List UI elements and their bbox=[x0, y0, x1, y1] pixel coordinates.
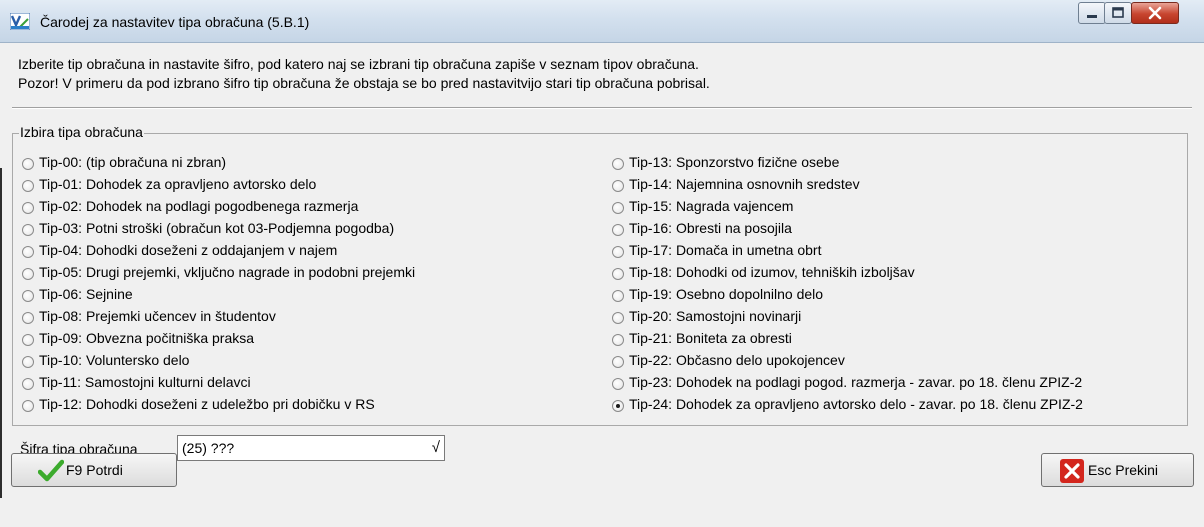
radio-unchecked-icon[interactable] bbox=[22, 312, 34, 324]
radio-unchecked-icon[interactable] bbox=[22, 290, 34, 302]
radio-label: Tip-15: Nagrada vajencem bbox=[629, 198, 794, 214]
radio-unchecked-icon[interactable] bbox=[22, 400, 34, 412]
radio-label: Tip-14: Najemnina osnovnih sredstev bbox=[629, 176, 860, 192]
radio-label: Tip-04: Dohodki doseženi z oddajanjem v … bbox=[39, 242, 338, 258]
radio-unchecked-icon[interactable] bbox=[22, 246, 34, 258]
radio-label: Tip-10: Voluntersko delo bbox=[39, 352, 190, 368]
code-combobox[interactable]: (25) ??? √ bbox=[177, 435, 445, 461]
minimize-button[interactable] bbox=[1078, 2, 1106, 24]
radio-label: Tip-19: Osebno dopolnilno delo bbox=[629, 286, 824, 302]
radio-unchecked-icon[interactable] bbox=[612, 268, 624, 280]
radio-unchecked-icon[interactable] bbox=[612, 378, 624, 390]
radio-label: Tip-06: Sejnine bbox=[39, 286, 133, 302]
radio-label: Tip-12: Dohodki doseženi z udeležbo pri … bbox=[39, 396, 375, 412]
radio-label: Tip-22: Občasno delo upokojencev bbox=[629, 352, 845, 368]
maximize-icon bbox=[1112, 7, 1124, 18]
radio-label: Tip-16: Obresti na posojila bbox=[629, 220, 792, 236]
radio-unchecked-icon[interactable] bbox=[612, 312, 624, 324]
radio-unchecked-icon[interactable] bbox=[22, 334, 34, 346]
confirm-label: F9 Potrdi bbox=[66, 462, 123, 478]
radio-unchecked-icon[interactable] bbox=[612, 158, 624, 170]
window-edge bbox=[0, 168, 2, 498]
radio-label: Tip-21: Boniteta za obresti bbox=[629, 330, 792, 346]
title-bar[interactable]: Čarodej za nastavitev tipa obračuna (5.B… bbox=[0, 0, 1204, 43]
confirm-button[interactable]: F9 Potrdi bbox=[11, 453, 177, 487]
app-icon bbox=[10, 13, 30, 30]
radio-unchecked-icon[interactable] bbox=[22, 356, 34, 368]
check-icon[interactable]: √ bbox=[432, 439, 440, 456]
radio-label: Tip-24: Dohodek za opravljeno avtorsko d… bbox=[629, 396, 1083, 412]
radio-unchecked-icon[interactable] bbox=[612, 290, 624, 302]
radio-unchecked-icon[interactable] bbox=[612, 202, 624, 214]
radio-label: Tip-20: Samostojni novinarji bbox=[629, 308, 802, 324]
minimize-icon bbox=[1087, 15, 1097, 18]
radio-label: Tip-09: Obvezna počitniška praksa bbox=[39, 330, 255, 346]
radio-unchecked-icon[interactable] bbox=[612, 356, 624, 368]
cancel-button[interactable]: Esc Prekini bbox=[1041, 453, 1194, 487]
radio-unchecked-icon[interactable] bbox=[22, 378, 34, 390]
radio-label: Tip-03: Potni stroški (obračun kot 03-Po… bbox=[39, 220, 395, 236]
dialog-body: Izberite tip obračuna in nastavite šifro… bbox=[8, 43, 1196, 521]
radio-checked-icon[interactable] bbox=[612, 400, 624, 412]
radio-unchecked-icon[interactable] bbox=[22, 202, 34, 214]
radio-label: Tip-01: Dohodek za opravljeno avtorsko d… bbox=[39, 176, 317, 192]
instructions: Izberite tip obračuna in nastavite šifro… bbox=[18, 55, 1186, 93]
window-title: Čarodej za nastavitev tipa obračuna (5.B… bbox=[40, 14, 310, 30]
divider bbox=[12, 107, 1192, 109]
instruction-line-1: Izberite tip obračuna in nastavite šifro… bbox=[18, 56, 699, 72]
maximize-button[interactable] bbox=[1104, 2, 1132, 24]
radio-unchecked-icon[interactable] bbox=[612, 246, 624, 258]
radio-label: Tip-23: Dohodek na podlagi pogod. razmer… bbox=[629, 374, 1083, 390]
code-value: (25) ??? bbox=[182, 440, 235, 456]
radio-unchecked-icon[interactable] bbox=[612, 180, 624, 192]
radio-unchecked-icon[interactable] bbox=[612, 224, 624, 236]
radio-unchecked-icon[interactable] bbox=[22, 158, 34, 170]
radio-unchecked-icon[interactable] bbox=[22, 180, 34, 192]
radio-label: Tip-08: Prejemki učencev in študentov bbox=[39, 308, 276, 324]
radio-unchecked-icon[interactable] bbox=[612, 334, 624, 346]
radio-unchecked-icon[interactable] bbox=[22, 268, 34, 280]
radio-label: Tip-02: Dohodek na podlagi pogodbenega r… bbox=[39, 198, 359, 214]
checkmark-icon bbox=[38, 459, 64, 482]
instruction-line-2: Pozor! V primeru da pod izbrano šifro ti… bbox=[18, 75, 710, 91]
radio-label: Tip-18: Dohodki od izumov, tehniških izb… bbox=[629, 264, 915, 280]
radio-label: Tip-17: Domača in umetna obrt bbox=[629, 242, 822, 258]
radio-label: Tip-00: (tip obračuna ni zbran) bbox=[39, 154, 227, 170]
radio-label: Tip-05: Drugi prejemki, vključno nagrade… bbox=[39, 264, 416, 280]
radio-label: Tip-11: Samostojni kulturni delavci bbox=[39, 374, 251, 390]
groupbox-title: Izbira tipa obračuna bbox=[19, 124, 144, 140]
radio-unchecked-icon[interactable] bbox=[22, 224, 34, 236]
cancel-label: Esc Prekini bbox=[1088, 462, 1159, 478]
close-icon bbox=[1148, 6, 1162, 20]
close-button[interactable] bbox=[1131, 2, 1179, 24]
radio-label: Tip-13: Sponzorstvo fizične osebe bbox=[629, 154, 840, 170]
type-groupbox: Izbira tipa obračuna Tip-00: (tip obraču… bbox=[12, 124, 1188, 426]
cancel-icon bbox=[1060, 459, 1084, 483]
